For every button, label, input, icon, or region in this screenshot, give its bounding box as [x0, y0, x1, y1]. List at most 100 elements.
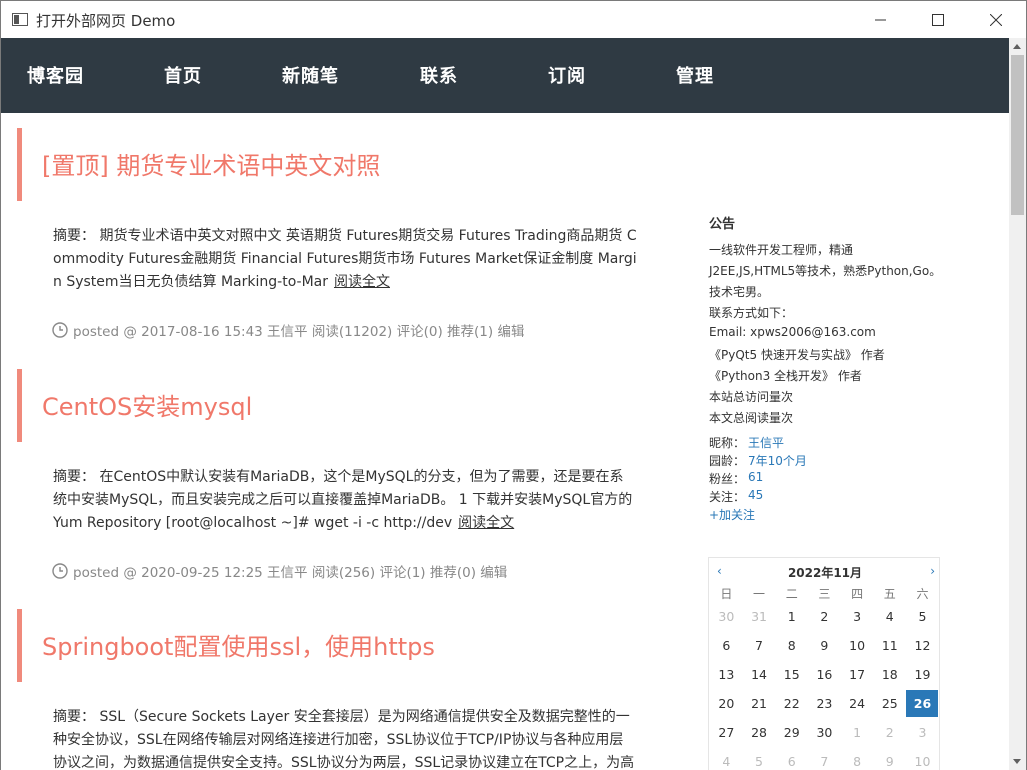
calendar-day[interactable]: 20	[710, 689, 743, 718]
scroll-down-icon[interactable]	[1013, 759, 1021, 764]
calendar-day-other-month[interactable]: 2	[873, 718, 906, 747]
nav-link-home-site[interactable]: 博客园	[27, 62, 84, 88]
notice-line: 技术宅男。	[709, 285, 770, 299]
calendar-week: 6 7 8 9 10 11 12	[710, 631, 939, 660]
calendar-day-other-month[interactable]: 4	[710, 747, 743, 770]
maximize-icon	[932, 13, 944, 26]
calendar-day[interactable]: 9	[808, 631, 841, 660]
close-button[interactable]	[967, 1, 1025, 38]
notice-line: 《Python3 全栈开发》 作者	[709, 369, 862, 383]
weekday-label: 三	[818, 586, 831, 601]
calendar-day[interactable]: 3	[841, 602, 874, 631]
clock-icon	[52, 563, 68, 579]
post-title[interactable]: Springboot配置使用ssl，使用https	[42, 627, 435, 662]
calendar-day[interactable]: 11	[873, 631, 906, 660]
notice-line: 联系方式如下：	[709, 306, 794, 320]
calendar-week: 20 21 22 23 24 25 26	[710, 689, 939, 718]
calendar-next-month[interactable]: ›	[930, 564, 935, 578]
nav-link-home[interactable]: 首页	[164, 62, 202, 88]
calendar-day[interactable]: 19	[906, 660, 939, 689]
vertical-scrollbar[interactable]	[1009, 38, 1026, 770]
post-title-accent	[17, 609, 22, 682]
calendar-day[interactable]: 27	[710, 718, 743, 747]
calendar-week: 4 5 6 7 8 9 10	[710, 747, 939, 770]
web-view: 博客园 首页 新随笔 联系 订阅 管理 [置顶] 期货专业术语中英文对照 摘要：…	[1, 38, 1009, 770]
calendar-day[interactable]: 6	[710, 631, 743, 660]
scroll-up-icon[interactable]	[1013, 44, 1021, 49]
calendar-day[interactable]: 4	[873, 602, 906, 631]
followers-link[interactable]: 61	[748, 470, 763, 484]
post-summary: 摘要： SSL（Secure Sockets Layer 安全套接层）是为网络通…	[53, 709, 635, 770]
calendar-day-other-month[interactable]: 3	[906, 718, 939, 747]
nickname-link[interactable]: 王信平	[748, 434, 784, 451]
calendar-day[interactable]: 14	[743, 660, 776, 689]
calendar-day-other-month[interactable]: 7	[808, 747, 841, 770]
calendar-day[interactable]: 2	[808, 602, 841, 631]
calendar-day[interactable]: 15	[775, 660, 808, 689]
read-more-link[interactable]: 阅读全文	[458, 515, 514, 531]
nav-link-new-post[interactable]: 新随笔	[282, 62, 339, 88]
calendar-day[interactable]: 5	[906, 602, 939, 631]
calendar-week: 13 14 15 16 17 18 19	[710, 660, 939, 689]
scroll-thumb[interactable]	[1011, 55, 1024, 215]
calendar-day[interactable]: 23	[808, 689, 841, 718]
calendar-day[interactable]: 8	[775, 631, 808, 660]
calendar-grid: 日 一 二 三 四 五 六 30 31 1 2 3 4 5 6 7 8 9 10 11 12 13 14 15 1…	[710, 584, 939, 770]
calendar-day[interactable]: 16	[808, 660, 841, 689]
notice-title: 公告	[709, 217, 736, 232]
weekday-label: 四	[851, 586, 864, 601]
nav-link-contact[interactable]: 联系	[420, 62, 458, 88]
calendar-day-other-month[interactable]: 30	[710, 602, 743, 631]
page-reads: 本文总阅读量次	[709, 411, 794, 425]
calendar-day-other-month[interactable]: 31	[743, 602, 776, 631]
calendar-day-other-month[interactable]: 9	[873, 747, 906, 770]
follow-button[interactable]: +加关注	[709, 506, 755, 523]
calendar-day[interactable]: 29	[775, 718, 808, 747]
close-icon	[990, 13, 1002, 26]
calendar-day-other-month[interactable]: 6	[775, 747, 808, 770]
nav-link-manage[interactable]: 管理	[676, 62, 714, 88]
calendar-weekdays: 日 一 二 三 四 五 六	[710, 584, 939, 602]
following-link[interactable]: 45	[748, 488, 763, 502]
calendar-week: 30 31 1 2 3 4 5	[710, 602, 939, 631]
calendar-day[interactable]: 25	[873, 689, 906, 718]
weekday-label: 六	[916, 586, 929, 601]
calendar: ‹ 2022年11月 › 日 一 二 三 四 五 六 30 31 1 2 3 4 5 6 7 8 9…	[708, 557, 940, 770]
calendar-day[interactable]: 30	[808, 718, 841, 747]
nav-link-subscribe[interactable]: 订阅	[548, 62, 586, 88]
calendar-day-other-month[interactable]: 10	[906, 747, 939, 770]
window-title: 打开外部网页 Demo	[36, 12, 176, 30]
maximize-button[interactable]	[909, 1, 967, 38]
post-summary: 摘要： 期货专业术语中英文对照中文 英语期货 Futures期货交易 Futur…	[53, 228, 637, 290]
calendar-day-today[interactable]: 26	[906, 689, 939, 718]
calendar-day[interactable]: 21	[743, 689, 776, 718]
calendar-day-other-month[interactable]: 1	[841, 718, 874, 747]
age-link[interactable]: 7年10个月	[748, 452, 807, 469]
read-more-link[interactable]: 阅读全文	[334, 274, 390, 290]
post-title[interactable]: [置顶] 期货专业术语中英文对照	[42, 146, 380, 181]
calendar-day[interactable]: 12	[906, 631, 939, 660]
site-visits: 本站总访问量次	[709, 390, 794, 404]
post-title[interactable]: CentOS安装mysql	[42, 387, 252, 422]
calendar-day[interactable]: 22	[775, 689, 808, 718]
calendar-day[interactable]: 7	[743, 631, 776, 660]
calendar-day[interactable]: 10	[841, 631, 874, 660]
calendar-day[interactable]: 28	[743, 718, 776, 747]
calendar-day[interactable]: 1	[775, 602, 808, 631]
profile-followers: 粉丝： 61	[709, 470, 764, 486]
calendar-day[interactable]: 17	[841, 660, 874, 689]
post-summary: 摘要： 在CentOS中默认安装有MariaDB，这个是MySQL的分支，但为了…	[53, 469, 633, 531]
minimize-icon	[874, 19, 886, 21]
profile-following: 关注： 45	[709, 488, 764, 504]
calendar-day-other-month[interactable]: 8	[841, 747, 874, 770]
top-navigation: 博客园 首页 新随笔 联系 订阅 管理	[1, 38, 1009, 113]
minimize-button[interactable]	[851, 1, 909, 38]
weekday-label: 五	[883, 586, 896, 601]
calendar-day[interactable]: 24	[841, 689, 874, 718]
calendar-day[interactable]: 18	[873, 660, 906, 689]
calendar-day-other-month[interactable]: 5	[743, 747, 776, 770]
notice-line: 《PyQt5 快速开发与实战》 作者	[709, 348, 885, 362]
calendar-day[interactable]: 13	[710, 660, 743, 689]
app-icon	[12, 13, 28, 26]
profile-age: 园龄： 7年10个月	[709, 454, 807, 468]
